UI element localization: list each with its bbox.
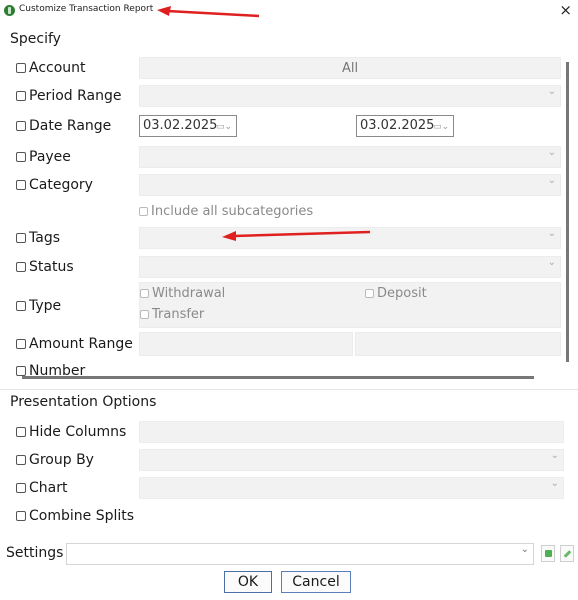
checkbox-box[interactable]	[16, 233, 26, 243]
checkbox-box[interactable]	[140, 310, 149, 319]
type-label: Type	[29, 298, 62, 314]
specify-panel: Account All Period Range Date Range 03.0…	[6, 50, 572, 378]
category-checkbox[interactable]: Category	[16, 177, 93, 193]
period-range-label: Period Range	[29, 88, 122, 104]
amount-range-label: Amount Range	[29, 336, 133, 352]
date-range-label: Date Range	[29, 118, 112, 134]
type-options-area: Withdrawal Deposit Transfer	[139, 282, 561, 328]
amount-min-input[interactable]	[139, 332, 353, 356]
checkbox-box[interactable]	[16, 152, 26, 162]
calendar-icon[interactable]: ▭⌄	[216, 117, 232, 137]
deposit-checkbox[interactable]: Deposit	[365, 286, 427, 301]
checkbox-box[interactable]	[16, 366, 26, 376]
checkbox-box[interactable]	[140, 289, 149, 298]
specify-title: Specify	[10, 31, 61, 47]
category-dropdown[interactable]	[139, 174, 561, 196]
vertical-scrollbar[interactable]	[566, 62, 569, 362]
settings-dropdown[interactable]	[66, 543, 534, 565]
hide-columns-label: Hide Columns	[29, 424, 127, 440]
ok-button[interactable]: OK	[224, 571, 272, 593]
date-to-value: 03.02.2025	[360, 118, 435, 133]
checkbox-box[interactable]	[16, 121, 26, 131]
date-to-input[interactable]: 03.02.2025 ▭⌄	[356, 115, 454, 137]
status-checkbox[interactable]: Status	[16, 259, 74, 275]
checkbox-box[interactable]	[16, 339, 26, 349]
combine-splits-checkbox[interactable]: Combine Splits	[16, 508, 134, 524]
calendar-icon[interactable]: ▭⌄	[433, 117, 449, 137]
presentation-title: Presentation Options	[10, 394, 157, 410]
status-label: Status	[29, 259, 74, 275]
horizontal-scrollbar[interactable]	[22, 376, 534, 379]
hide-columns-field[interactable]	[139, 421, 564, 443]
period-range-checkbox[interactable]: Period Range	[16, 88, 121, 104]
cancel-button[interactable]: Cancel	[281, 571, 351, 593]
close-icon[interactable]: ×	[559, 1, 572, 19]
type-checkbox[interactable]: Type	[16, 298, 61, 314]
period-range-dropdown[interactable]	[139, 85, 561, 107]
account-field[interactable]: All	[139, 57, 561, 79]
chart-label: Chart	[29, 480, 68, 496]
checkbox-box[interactable]	[365, 289, 374, 298]
checkbox-box[interactable]	[139, 207, 148, 216]
transfer-label: Transfer	[152, 307, 205, 322]
checkbox-box[interactable]	[16, 301, 26, 311]
checkbox-box[interactable]	[16, 511, 26, 521]
checkbox-box[interactable]	[16, 262, 26, 272]
checkbox-box[interactable]	[16, 91, 26, 101]
withdrawal-label: Withdrawal	[152, 286, 226, 301]
payee-checkbox[interactable]: Payee	[16, 149, 71, 165]
checkbox-box[interactable]	[16, 180, 26, 190]
pencil-icon	[563, 550, 572, 558]
group-by-dropdown[interactable]	[139, 449, 564, 471]
payee-label: Payee	[29, 149, 71, 165]
deposit-label: Deposit	[377, 286, 427, 301]
account-value: All	[341, 61, 359, 76]
tags-label: Tags	[29, 230, 60, 246]
annotation-arrow-tags	[222, 230, 371, 241]
tags-checkbox[interactable]: Tags	[16, 230, 60, 246]
date-range-checkbox[interactable]: Date Range	[16, 118, 111, 134]
date-from-input[interactable]: 03.02.2025 ▭⌄	[139, 115, 237, 137]
save-icon	[545, 550, 552, 557]
checkbox-box[interactable]	[16, 455, 26, 465]
withdrawal-checkbox[interactable]: Withdrawal	[140, 286, 225, 301]
include-subcategories-label: Include all subcategories	[151, 204, 314, 219]
amount-range-checkbox[interactable]: Amount Range	[16, 336, 133, 352]
date-from-value: 03.02.2025	[143, 118, 218, 133]
status-dropdown[interactable]	[139, 256, 561, 278]
window-title: Customize Transaction Report	[19, 4, 154, 14]
category-label: Category	[29, 177, 93, 193]
edit-settings-button[interactable]	[560, 545, 574, 562]
group-by-label: Group By	[29, 452, 94, 468]
chart-checkbox[interactable]: Chart	[16, 480, 67, 496]
chart-dropdown[interactable]	[139, 477, 564, 499]
include-subcategories-checkbox[interactable]: Include all subcategories	[139, 204, 313, 219]
title-bar: Customize Transaction Report ×	[0, 0, 578, 22]
save-settings-button[interactable]	[541, 545, 555, 562]
account-label: Account	[29, 60, 86, 76]
section-divider	[0, 389, 578, 390]
checkbox-box[interactable]	[16, 427, 26, 437]
money-icon	[4, 5, 15, 16]
checkbox-box[interactable]	[16, 483, 26, 493]
group-by-checkbox[interactable]: Group By	[16, 452, 94, 468]
settings-label: Settings	[6, 545, 64, 561]
hide-columns-checkbox[interactable]: Hide Columns	[16, 424, 126, 440]
transfer-checkbox[interactable]: Transfer	[140, 307, 204, 322]
combine-splits-label: Combine Splits	[29, 508, 135, 524]
annotation-arrow-title	[157, 6, 260, 18]
amount-max-input[interactable]	[355, 332, 561, 356]
payee-dropdown[interactable]	[139, 146, 561, 168]
checkbox-box[interactable]	[16, 63, 26, 73]
account-checkbox[interactable]: Account	[16, 60, 86, 76]
